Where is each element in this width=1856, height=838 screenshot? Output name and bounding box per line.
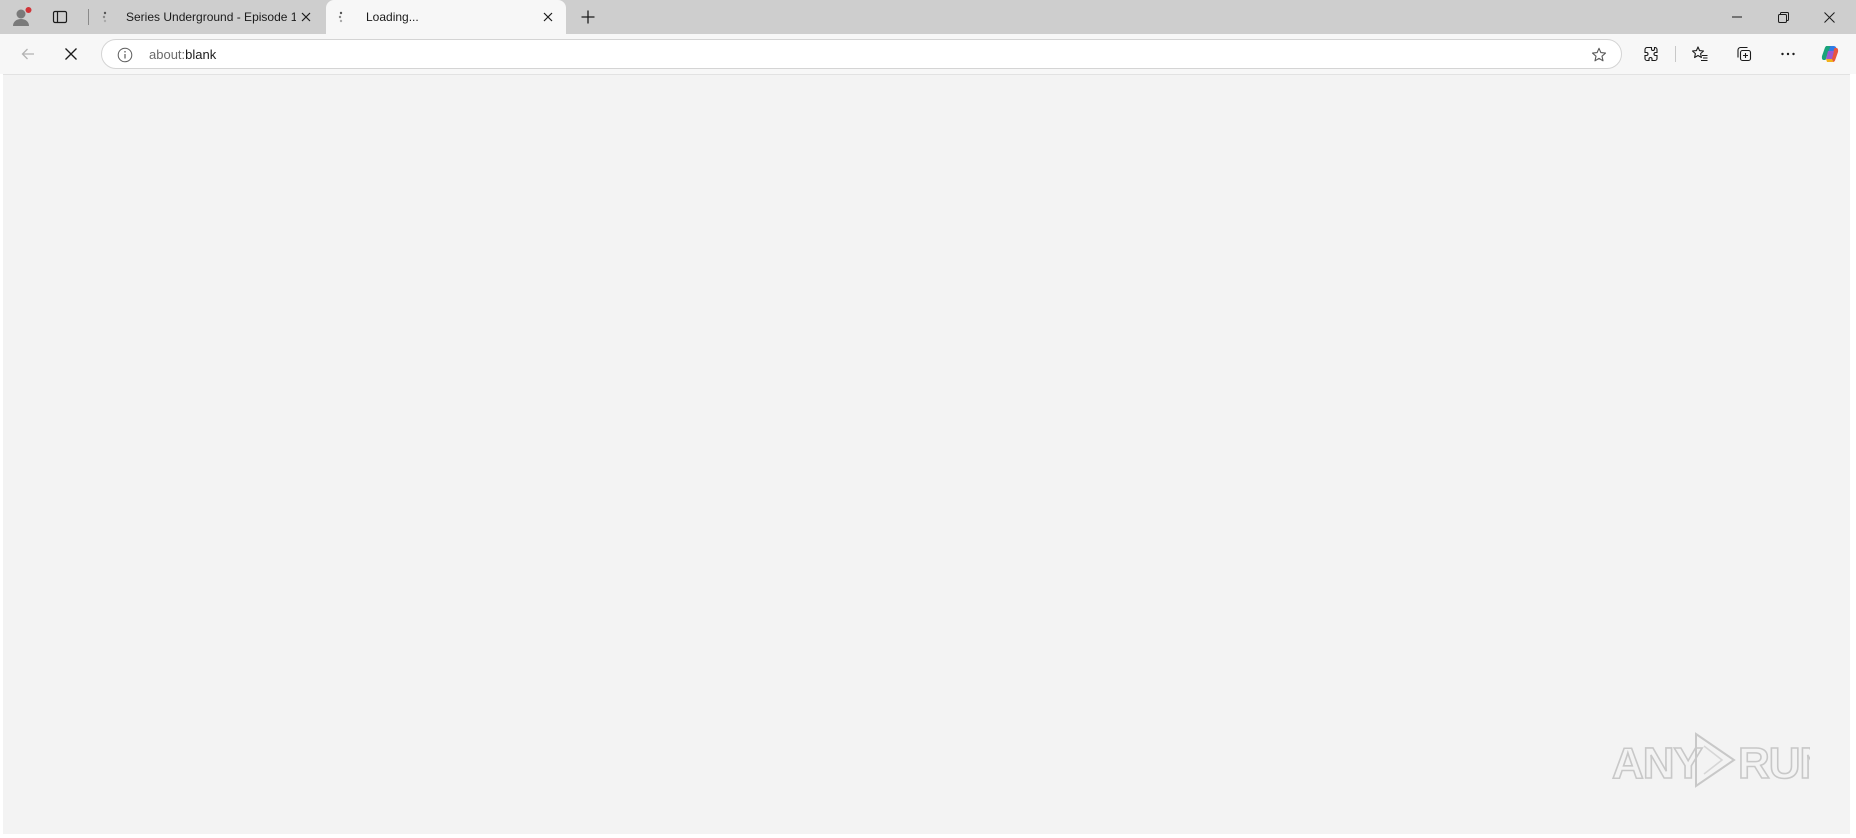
back-button[interactable] xyxy=(12,38,44,70)
profile-avatar-icon xyxy=(13,7,32,26)
minimize-icon xyxy=(1732,16,1742,18)
window-edge xyxy=(0,834,1856,838)
svg-text:ANY: ANY xyxy=(1612,739,1703,788)
tab-actions-icon xyxy=(52,10,68,24)
tab-title: Loading... xyxy=(366,10,419,24)
loading-spinner-icon xyxy=(334,9,350,25)
favorites-button[interactable] xyxy=(1684,38,1716,70)
add-favorite-button[interactable] xyxy=(1589,45,1609,65)
tab-loading[interactable]: Loading... xyxy=(326,0,566,34)
puzzle-icon xyxy=(1644,46,1658,62)
svg-text:RUN: RUN xyxy=(1738,739,1810,788)
tab-close-icon[interactable] xyxy=(538,7,558,27)
collections-icon xyxy=(1737,46,1752,62)
tab-series-underground[interactable]: Series Underground - Episode 13 xyxy=(90,0,324,34)
stop-loading-button[interactable] xyxy=(55,38,87,70)
notification-dot-icon xyxy=(25,7,32,13)
anyrun-logo-icon: ANY RUN xyxy=(1612,732,1810,789)
url-path: blank xyxy=(185,47,217,62)
copilot-icon xyxy=(1821,46,1839,62)
settings-and-more-button[interactable] xyxy=(1772,38,1804,70)
vertical-tabs-button[interactable] xyxy=(42,0,78,34)
url-text[interactable]: about:blank xyxy=(149,47,216,62)
info-icon[interactable] xyxy=(116,46,134,64)
title-bar: Series Underground - Episode 13 Loading.… xyxy=(0,0,1856,34)
restore-icon xyxy=(1777,11,1789,23)
plus-icon xyxy=(581,10,595,24)
loading-spinner-icon xyxy=(98,9,114,25)
tab-divider xyxy=(88,9,89,25)
profile-button[interactable] xyxy=(4,0,40,34)
new-tab-button[interactable] xyxy=(570,0,606,34)
minimize-button[interactable] xyxy=(1714,0,1760,34)
toolbar: about:blank xyxy=(0,34,1856,74)
stop-icon xyxy=(65,48,77,60)
star-icon xyxy=(1591,47,1607,62)
back-arrow-icon xyxy=(21,48,34,60)
close-window-button[interactable] xyxy=(1806,0,1852,34)
page-content-area xyxy=(3,74,1850,835)
copilot-button[interactable] xyxy=(1814,38,1846,70)
close-icon xyxy=(1823,11,1835,23)
extensions-button[interactable] xyxy=(1635,38,1667,70)
tab-title: Series Underground - Episode 13 xyxy=(126,10,296,24)
favorites-star-list-icon xyxy=(1691,46,1708,62)
tab-close-icon[interactable] xyxy=(296,7,316,27)
collections-button[interactable] xyxy=(1728,38,1760,70)
anyrun-watermark: ANY RUN xyxy=(1612,728,1810,792)
window-edge xyxy=(1850,74,1856,838)
more-dots-icon xyxy=(1781,52,1795,56)
address-bar[interactable]: about:blank xyxy=(101,39,1622,69)
url-scheme: about: xyxy=(149,47,186,62)
restore-button[interactable] xyxy=(1760,0,1806,34)
toolbar-divider xyxy=(1675,46,1676,62)
